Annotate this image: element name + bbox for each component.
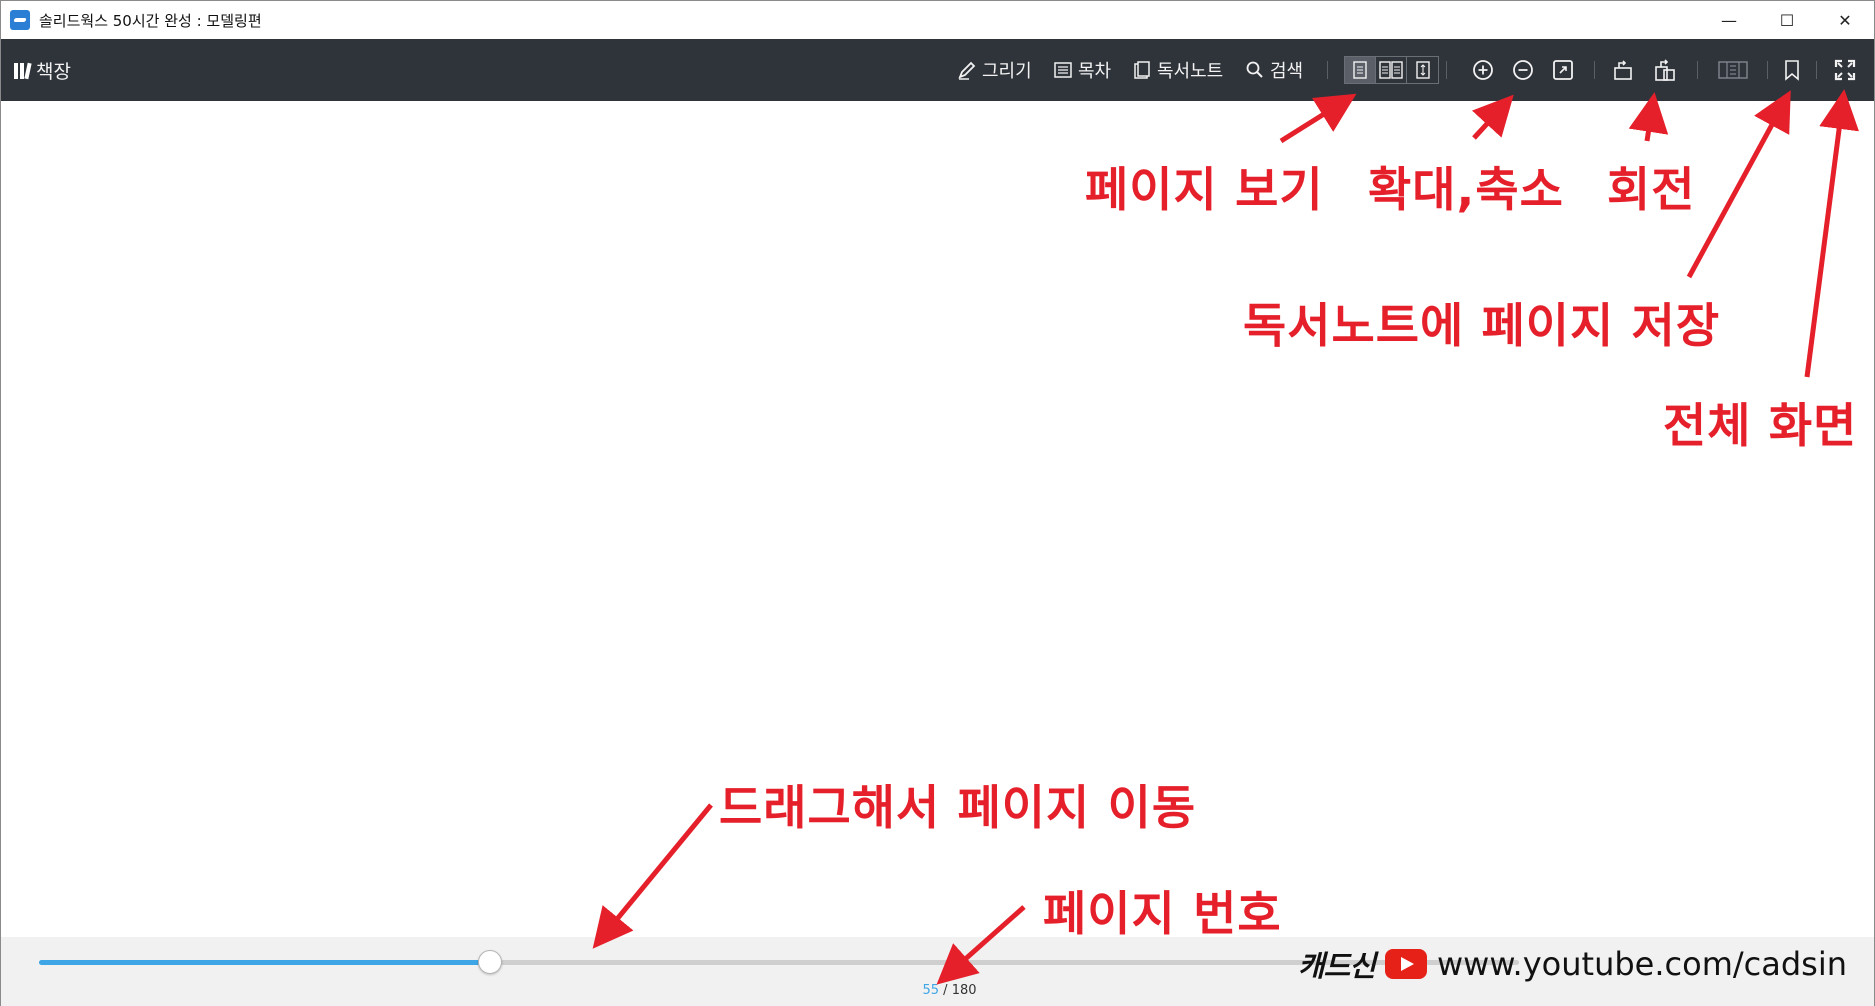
single-page-view-button[interactable] (1345, 57, 1376, 83)
watermark-url: www.youtube.com/cadsin (1436, 945, 1847, 983)
draw-label: 그리기 (982, 61, 1032, 82)
current-page-number: 55 (922, 983, 940, 998)
draw-button[interactable]: 그리기 (957, 39, 1032, 101)
scroll-view-button[interactable] (1407, 57, 1438, 83)
close-button[interactable]: ✕ (1816, 1, 1874, 39)
search-icon (1246, 61, 1263, 78)
rotate-right-icon (1655, 59, 1675, 81)
toolbar-separator (1446, 61, 1447, 79)
label-zoom: 확대,축소 (1368, 163, 1564, 218)
reader-window: 솔리드웍스 50시간 완성 : 모델링편 — ☐ ✕ 책장 그리기 목차 독서노… (0, 0, 1875, 1006)
app-icon (10, 10, 30, 30)
scroll-view-icon (1415, 61, 1430, 79)
window-title: 솔리드웍스 50시간 완성 : 모델링편 (39, 11, 262, 30)
window-controls: — ☐ ✕ (1700, 1, 1874, 39)
fullscreen-button[interactable] (1832, 57, 1858, 83)
reading-notes-button[interactable]: 독서노트 (1132, 39, 1223, 101)
shelf-icon (14, 61, 32, 80)
toolbar-separator (1594, 61, 1595, 79)
label-page-view: 페이지 보기 (1085, 163, 1324, 218)
fullscreen-icon (1834, 59, 1856, 81)
title-bar: 솔리드웍스 50시간 완성 : 모델링편 — ☐ ✕ (1, 1, 1874, 39)
bookmark-button[interactable] (1779, 57, 1805, 83)
bookmark-icon (1785, 60, 1799, 81)
toolbar-separator (1767, 61, 1768, 79)
bookshelf-label: 책장 (36, 60, 71, 83)
search-label: 검색 (1270, 61, 1304, 82)
zoom-out-button[interactable] (1510, 57, 1536, 83)
page-slider-progress (39, 960, 491, 965)
toc-list-icon (1054, 62, 1072, 78)
single-page-view-icon (1353, 61, 1367, 79)
page-separator: / (943, 983, 948, 998)
label-rotate: 회전 (1607, 163, 1696, 218)
rotate-left-icon (1614, 60, 1632, 80)
notes-panel-icon (1718, 61, 1748, 79)
minimize-button[interactable]: — (1700, 1, 1758, 39)
label-fullscreen: 전체 화면 (1663, 399, 1858, 454)
fit-page-icon (1553, 60, 1573, 80)
page-number-indicator: 55 / 180 (1, 983, 1875, 998)
label-page-number: 페이지 번호 (1043, 887, 1282, 942)
toc-label: 목차 (1078, 61, 1112, 82)
channel-watermark: 캐드신 www.youtube.com/cadsin (1298, 943, 1847, 985)
reader-toolbar: 책장 그리기 목차 독서노트 검색 (1, 39, 1874, 101)
watermark-brand: 캐드신 (1297, 949, 1376, 983)
zoom-out-icon (1513, 60, 1533, 80)
double-page-view-button[interactable] (1376, 57, 1407, 83)
label-save-to-notes: 독서노트에 페이지 저장 (1243, 299, 1721, 354)
toolbar-separator (1697, 61, 1698, 79)
maximize-button[interactable]: ☐ (1758, 1, 1816, 39)
rotate-right-button[interactable] (1652, 57, 1678, 83)
label-drag-to-move: 드래그해서 페이지 이동 (719, 781, 1197, 836)
search-button[interactable]: 검색 (1245, 39, 1303, 101)
pen-icon (958, 61, 976, 80)
rotate-left-button[interactable] (1611, 57, 1637, 83)
notes-panel-button[interactable] (1717, 57, 1749, 83)
toc-button[interactable]: 목차 (1053, 39, 1111, 101)
toolbar-separator (1816, 61, 1817, 79)
reading-notes-label: 독서노트 (1157, 61, 1224, 82)
notebook-icon (1134, 61, 1150, 79)
page-slider-thumb[interactable] (478, 950, 503, 974)
bookshelf-button[interactable]: 책장 (14, 39, 71, 101)
zoom-in-icon (1473, 60, 1493, 80)
page-view-group (1344, 56, 1439, 84)
zoom-in-button[interactable] (1470, 57, 1496, 83)
youtube-logo-icon (1384, 949, 1427, 979)
total-page-number: 180 (951, 983, 977, 998)
toolbar-separator (1327, 61, 1328, 79)
fit-page-button[interactable] (1550, 57, 1576, 83)
double-page-view-icon (1379, 61, 1403, 79)
